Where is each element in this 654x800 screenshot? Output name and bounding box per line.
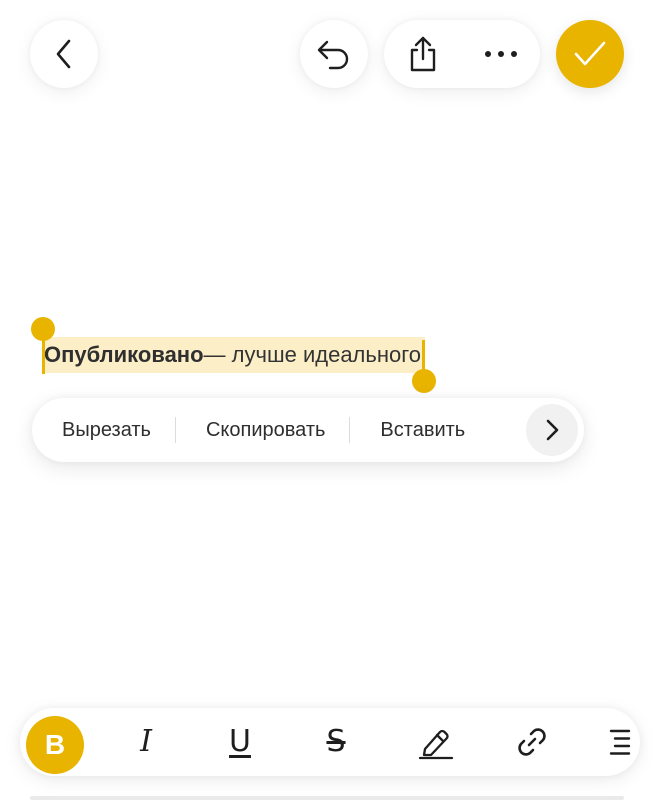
selection-start-handle[interactable] [31,317,55,341]
italic-button[interactable]: I [120,708,172,776]
text-selection[interactable]: Опубликовано — лучше идеального [31,317,437,393]
more-button[interactable] [462,20,540,88]
chevron-right-icon [546,419,559,441]
home-indicator [30,796,624,800]
paste-menu-item[interactable]: Вставить [350,419,489,442]
strikethrough-icon: S [326,724,346,759]
more-horizontal-icon [485,51,517,57]
note-editor-screen: Опубликовано — лучше идеального Вырезать… [0,0,654,800]
done-button[interactable] [556,20,624,88]
underline-icon: U [229,724,251,759]
bold-text: Опубликовано [44,342,204,367]
bold-button[interactable]: B [26,716,84,774]
menu-more-button[interactable] [526,404,578,456]
list-icon [609,729,631,755]
format-toolbar: B I U S [20,708,640,776]
selection-end-handle[interactable] [412,369,437,393]
note-text-line[interactable]: Опубликовано — лучше идеального [31,317,437,393]
selection-caret-start [42,340,45,374]
highlight-button[interactable] [408,708,464,776]
undo-button[interactable] [300,20,368,88]
highlighter-icon [418,729,454,760]
undo-icon [317,40,349,70]
copy-menu-item[interactable]: Скопировать [176,419,349,442]
chevron-left-icon [56,39,71,69]
share-button[interactable] [384,20,462,88]
italic-icon: I [140,724,152,759]
strikethrough-button[interactable]: S [310,708,362,776]
share-more-group [384,20,540,88]
plain-text: — лучше идеального [203,342,422,367]
underline-button[interactable]: U [214,708,266,776]
share-icon [410,36,436,72]
link-icon [518,728,546,756]
cut-menu-item[interactable]: Вырезать [32,419,175,442]
checkmark-icon [574,41,606,66]
list-format-button[interactable] [600,708,640,776]
bold-icon: B [44,729,66,760]
text-context-menu: Вырезать Скопировать Вставить [32,398,584,462]
link-button[interactable] [504,708,560,776]
back-button[interactable] [30,20,98,88]
